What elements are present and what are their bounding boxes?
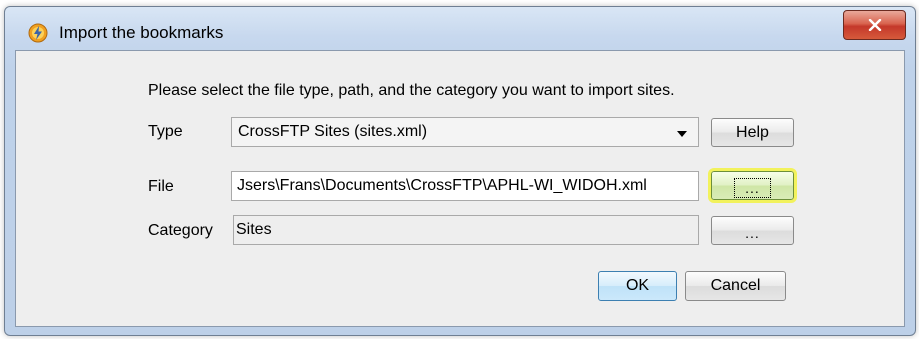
category-field[interactable]: Sites xyxy=(233,215,699,245)
close-icon xyxy=(868,19,881,31)
type-label: Type xyxy=(148,123,183,140)
file-path-field[interactable]: Jsers\Frans\Documents\CrossFTP\APHL-WI_W… xyxy=(231,171,699,201)
ok-button[interactable]: OK xyxy=(598,271,677,301)
dialog-content: Please select the file type, path, and t… xyxy=(15,50,905,327)
instruction-text: Please select the file type, path, and t… xyxy=(148,82,675,99)
window-title: Import the bookmarks xyxy=(59,23,224,42)
file-label: File xyxy=(148,178,174,195)
crossftp-lightning-icon xyxy=(28,23,48,43)
type-select-value: CrossFTP Sites (sites.xml) xyxy=(238,123,428,140)
category-value: Sites xyxy=(236,221,272,238)
browse-category-button[interactable]: ... xyxy=(711,216,794,245)
browse-category-label: ... xyxy=(745,224,760,241)
help-button[interactable]: Help xyxy=(711,118,794,147)
browse-file-label: ... xyxy=(734,177,771,198)
import-bookmarks-window: Import the bookmarks Please select the f… xyxy=(4,6,916,336)
category-label: Category xyxy=(148,222,213,239)
type-select[interactable]: CrossFTP Sites (sites.xml) xyxy=(231,117,699,147)
browse-file-button[interactable]: ... xyxy=(708,168,797,203)
cancel-button[interactable]: Cancel xyxy=(685,271,786,301)
file-path-value: Jsers\Frans\Documents\CrossFTP\APHL-WI_W… xyxy=(237,177,647,194)
title-bar[interactable]: Import the bookmarks xyxy=(5,7,915,49)
ok-button-label: OK xyxy=(625,277,650,294)
help-button-label: Help xyxy=(736,123,769,141)
chevron-down-icon xyxy=(677,131,687,137)
cancel-button-label: Cancel xyxy=(710,277,761,294)
close-button[interactable] xyxy=(843,10,906,40)
